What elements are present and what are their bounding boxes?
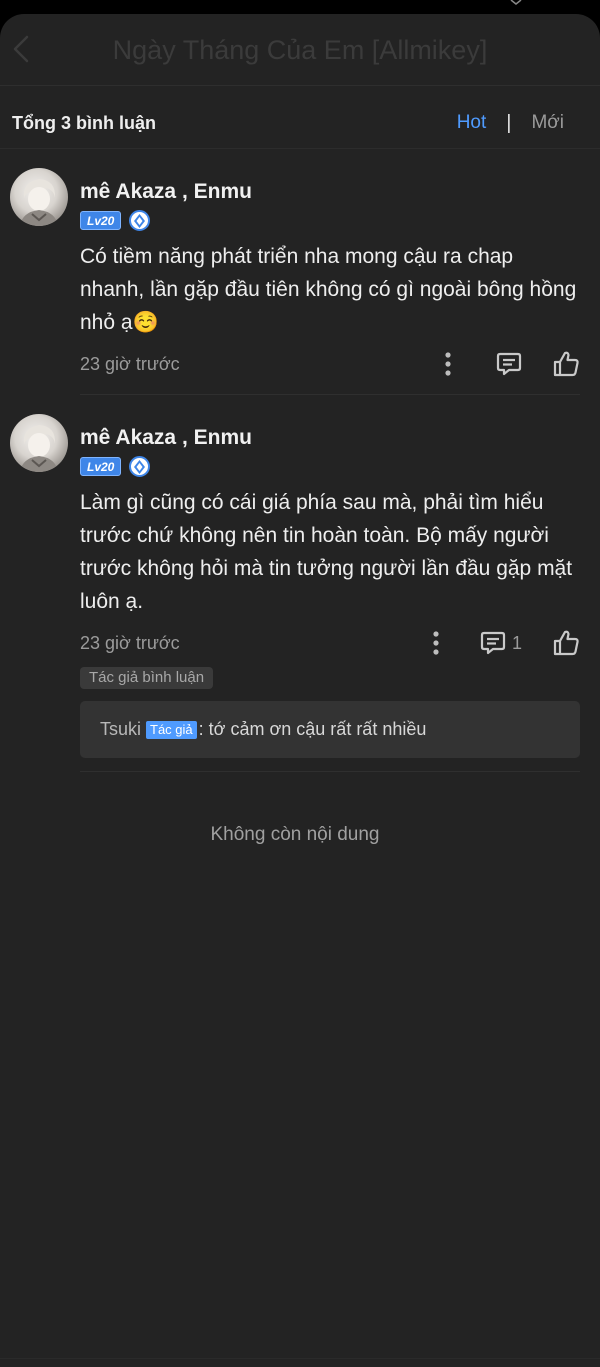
more-options-icon[interactable]: [430, 628, 442, 658]
reply-button[interactable]: 1: [480, 628, 522, 658]
avatar[interactable]: [10, 414, 68, 472]
user-badges: Lv20: [80, 456, 151, 477]
comment-text: Có tiềm năng phát triển nha mong cậu ra …: [80, 245, 577, 334]
author-reply-box[interactable]: Tsuki Tác giả : tớ cảm ơn cậu rất rất nh…: [80, 701, 580, 758]
diamond-badge-icon: [129, 456, 151, 477]
divider: [80, 771, 580, 772]
divider: [80, 394, 580, 395]
comment-username[interactable]: mê Akaza , Enmu: [80, 426, 252, 450]
more-options-icon[interactable]: [442, 349, 454, 379]
background-header: Ngày Tháng Của Em [Allmikey]: [0, 14, 600, 86]
reply-count: 1: [511, 632, 522, 653]
comment-time: 23 giờ trước: [80, 353, 180, 374]
reply-text: : tớ cảm ơn cậu rất rất nhiều: [198, 719, 427, 739]
avatar-image: [20, 179, 58, 226]
status-indicator-icon: [510, 0, 522, 5]
sort-switcher: Hot | Mới: [457, 112, 588, 135]
comments-header: Tổng 3 bình luận Hot | Mới: [0, 98, 600, 148]
comment-username[interactable]: mê Akaza , Enmu: [80, 180, 252, 204]
reply-author-name: Tsuki: [100, 719, 142, 739]
like-thumbs-up-icon[interactable]: [552, 628, 580, 658]
comment-actions: [442, 349, 580, 379]
end-of-content-label: Không còn nội dung: [210, 824, 380, 845]
comment-time: 23 giờ trước: [80, 632, 180, 653]
divider: [0, 85, 600, 86]
author-commented-tag: Tác giả bình luận: [80, 667, 214, 689]
comment-total: Tổng 3 bình luận: [12, 112, 156, 133]
comments-sheet: Ngày Tháng Của Em [Allmikey] Tổng 3 bình…: [0, 14, 600, 1367]
avatar-image: [20, 425, 58, 472]
comment-actions: 1: [430, 628, 580, 658]
reply-icon: [480, 631, 506, 655]
divider: [0, 148, 600, 149]
like-thumbs-up-icon[interactable]: [552, 349, 580, 379]
avatar[interactable]: [10, 168, 68, 226]
sort-separator: |: [506, 111, 512, 134]
sort-hot-tab[interactable]: Hot: [457, 112, 487, 134]
diamond-badge-icon: [129, 210, 151, 231]
back-arrow-icon[interactable]: [12, 34, 30, 64]
comment-meta: 23 giờ trước 1: [80, 628, 580, 658]
divider: [0, 1358, 600, 1359]
level-badge: Lv20: [80, 457, 122, 476]
comment-text: Làm gì cũng có cái giá phía sau mà, phải…: [80, 491, 573, 613]
sort-new-tab[interactable]: Mới: [531, 112, 564, 134]
level-badge: Lv20: [80, 211, 122, 230]
comment-meta: 23 giờ trước: [80, 349, 580, 379]
reply-icon[interactable]: [496, 349, 522, 379]
author-badge: Tác giả: [146, 720, 197, 739]
background-page-title: Ngày Tháng Của Em [Allmikey]: [112, 34, 488, 65]
user-badges: Lv20: [80, 210, 151, 231]
